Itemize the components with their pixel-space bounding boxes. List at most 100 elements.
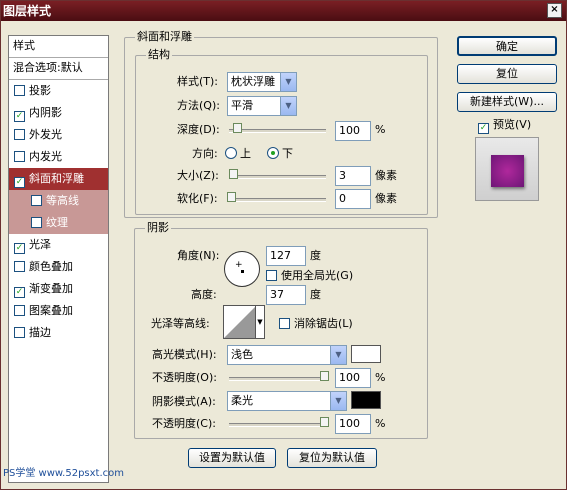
direction-label: 方向: <box>192 147 218 160</box>
checkbox-icon[interactable] <box>14 327 25 338</box>
shadow-opacity-input[interactable]: 100 <box>335 414 371 434</box>
crosshair-icon: + <box>235 260 243 270</box>
checkbox-icon[interactable]: ✓ <box>14 111 25 122</box>
style-item[interactable]: ✓ 斜面和浮雕 <box>9 168 108 190</box>
checkbox-icon[interactable] <box>31 217 42 228</box>
preview-thumbnail <box>475 137 539 201</box>
technique-label: 方法(Q): <box>177 99 220 112</box>
blending-options[interactable]: 混合选项:默认 <box>9 58 108 80</box>
style-item-label: 颜色叠加 <box>29 260 73 273</box>
depth-slider[interactable] <box>229 123 326 133</box>
checkbox-icon[interactable] <box>31 195 42 206</box>
style-item[interactable]: 内发光 <box>9 146 108 168</box>
style-item-label: 内阴影 <box>29 106 62 119</box>
style-item[interactable]: 投影 <box>9 80 108 102</box>
size-label: 大小(Z): <box>177 169 219 182</box>
reset-button[interactable]: 复位 <box>457 64 557 84</box>
close-icon[interactable]: × <box>547 3 562 18</box>
checkbox-checked-icon: ✓ <box>478 123 489 134</box>
checkbox-icon[interactable] <box>14 261 25 272</box>
style-item-label: 外发光 <box>29 128 62 141</box>
chevron-down-icon: ▼ <box>255 306 264 338</box>
gloss-contour-picker[interactable]: ▼ <box>223 305 265 339</box>
direction-up-label: 上 <box>240 147 251 160</box>
checkbox-icon[interactable] <box>14 129 25 140</box>
shadow-opacity-unit: % <box>375 417 386 430</box>
style-item[interactable]: 颜色叠加 <box>9 256 108 278</box>
angle-dial[interactable]: + <box>224 251 260 287</box>
highlight-opacity-slider[interactable] <box>229 371 329 381</box>
checkbox-icon[interactable] <box>14 305 25 316</box>
angle-label: 角度(N): <box>177 249 220 262</box>
size-slider[interactable] <box>229 169 326 179</box>
styles-list: 样式 混合选项:默认 投影 ✓ 内阴影外发光内发光 ✓ 斜面和浮雕等高线纹理 ✓ 光泽颜色叠… <box>8 35 109 483</box>
style-item-label: 描边 <box>29 326 51 339</box>
structure-title: 结构 <box>146 48 172 61</box>
checkbox-icon[interactable] <box>14 85 25 96</box>
chevron-down-icon: ▼ <box>330 392 346 410</box>
ok-button[interactable]: 确定 <box>457 36 557 56</box>
style-item-label: 渐变叠加 <box>29 282 73 295</box>
depth-unit: % <box>375 123 386 136</box>
depth-label: 深度(D): <box>177 123 220 136</box>
shadow-mode-value: 柔光 <box>231 394 253 407</box>
chevron-down-icon: ▼ <box>280 73 296 91</box>
new-style-button[interactable]: 新建样式(W)... <box>457 92 557 112</box>
title-bar: 图层样式 × <box>1 1 566 21</box>
style-item-label: 纹理 <box>46 216 68 229</box>
styles-header[interactable]: 样式 <box>9 36 108 58</box>
highlight-opacity-input[interactable]: 100 <box>335 368 371 388</box>
make-default-button[interactable]: 设置为默认值 <box>188 448 276 468</box>
style-item[interactable]: 图案叠加 <box>9 300 108 322</box>
style-item[interactable]: ✓ 内阴影 <box>9 102 108 124</box>
watermark: PS学堂 www.52psxt.com <box>3 468 125 479</box>
style-item-label: 光泽 <box>29 238 51 251</box>
contour-preview-icon <box>224 306 256 338</box>
depth-input[interactable]: 100 <box>335 121 371 141</box>
style-item[interactable]: 描边 <box>9 322 108 344</box>
shadow-opacity-thumb[interactable] <box>320 417 329 427</box>
soften-slider[interactable] <box>227 192 326 202</box>
size-input[interactable]: 3 <box>335 166 371 186</box>
style-select[interactable]: 枕状浮雕 ▼ <box>227 72 297 92</box>
direction-down-radio[interactable]: 下 <box>267 145 293 163</box>
technique-select[interactable]: 平滑 ▼ <box>227 96 297 116</box>
global-light-checkbox[interactable]: 使用全局光(G) <box>266 267 353 285</box>
style-item[interactable]: ✓ 渐变叠加 <box>9 278 108 300</box>
style-item-label: 等高线 <box>46 194 79 207</box>
altitude-input[interactable]: 37 <box>266 285 306 305</box>
style-item-label: 投影 <box>29 84 51 97</box>
highlight-opacity-thumb[interactable] <box>320 371 329 381</box>
checkbox-icon[interactable]: ✓ <box>14 243 25 254</box>
soften-unit: 像素 <box>375 192 397 205</box>
direction-up-radio[interactable]: 上 <box>225 145 251 163</box>
preview-checkbox[interactable]: ✓ 预览(V) <box>478 116 531 134</box>
checkbox-icon[interactable]: ✓ <box>14 287 25 298</box>
chevron-down-icon: ▼ <box>280 97 296 115</box>
angle-input[interactable]: 127 <box>266 246 306 266</box>
highlight-color-swatch[interactable] <box>351 345 381 363</box>
style-item[interactable]: 纹理 <box>9 212 108 234</box>
anti-alias-checkbox[interactable]: 消除锯齿(L) <box>279 315 353 333</box>
shadow-opacity-slider[interactable] <box>229 417 329 427</box>
shadow-color-swatch[interactable] <box>351 391 381 409</box>
style-item[interactable]: 等高线 <box>9 190 108 212</box>
size-slider-thumb[interactable] <box>229 169 238 179</box>
checkbox-icon[interactable] <box>14 151 25 162</box>
shadow-mode-select[interactable]: 柔光 ▼ <box>227 391 347 411</box>
highlight-mode-select[interactable]: 浅色 ▼ <box>227 345 347 365</box>
style-item[interactable]: 外发光 <box>9 124 108 146</box>
soften-slider-thumb[interactable] <box>227 192 236 202</box>
shadow-opacity-label: 不透明度(C): <box>152 417 216 430</box>
depth-slider-thumb[interactable] <box>233 123 242 133</box>
checkbox-icon <box>266 270 277 281</box>
preview-label: 预览(V) <box>493 118 532 131</box>
style-item[interactable]: ✓ 光泽 <box>9 234 108 256</box>
bevel-emboss-title: 斜面和浮雕 <box>135 30 194 43</box>
direction-down-label: 下 <box>282 147 293 160</box>
checkbox-icon[interactable]: ✓ <box>14 177 25 188</box>
soften-input[interactable]: 0 <box>335 189 371 209</box>
size-unit: 像素 <box>375 169 397 182</box>
soften-label: 软化(F): <box>177 192 218 205</box>
reset-default-button[interactable]: 复位为默认值 <box>287 448 377 468</box>
